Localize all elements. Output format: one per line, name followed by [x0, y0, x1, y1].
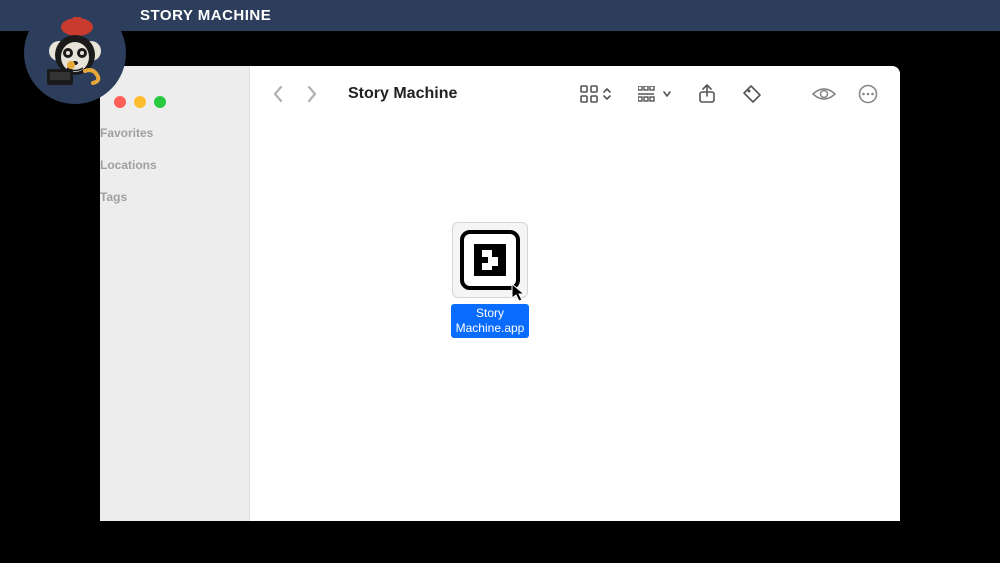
page-title: STORY MACHINE: [140, 7, 271, 24]
page-header: STORY MACHINE: [0, 0, 1000, 31]
close-button[interactable]: [114, 96, 126, 108]
finder-content[interactable]: Story Machine.app: [250, 122, 900, 521]
finder-main: Story Machine: [250, 66, 900, 521]
finder-toolbar: Story Machine: [250, 66, 900, 122]
finder-window: Favorites Locations Tags Story Mach: [100, 66, 900, 521]
toolbar-icons: [580, 84, 762, 104]
preview-button[interactable]: [812, 86, 836, 102]
minimize-button[interactable]: [134, 96, 146, 108]
nav-arrows: [272, 85, 318, 103]
sidebar-section-tags[interactable]: Tags: [100, 190, 249, 222]
file-label: Story Machine.app: [451, 304, 530, 338]
share-button[interactable]: [698, 84, 716, 104]
finder-sidebar: Favorites Locations Tags: [100, 66, 250, 521]
tag-button[interactable]: [742, 84, 762, 104]
sidebar-section-favorites[interactable]: Favorites: [100, 126, 249, 158]
window-controls: [100, 82, 249, 126]
back-button[interactable]: [272, 85, 284, 103]
sidebar-section-locations[interactable]: Locations: [100, 158, 249, 190]
view-mode-button[interactable]: [580, 85, 612, 103]
story-machine-icon: [460, 230, 520, 290]
sidebar-label: Locations: [100, 158, 249, 172]
app-icon: [452, 222, 528, 298]
maximize-button[interactable]: [154, 96, 166, 108]
file-item-story-machine[interactable]: Story Machine.app: [450, 222, 530, 338]
chevron-updown-icon: [602, 86, 612, 102]
logo-badge: [24, 2, 126, 104]
sidebar-label: Favorites: [100, 126, 249, 140]
monkey-logo-icon: [35, 13, 115, 93]
group-icon: [638, 86, 658, 102]
grid-icon: [580, 85, 598, 103]
group-by-button[interactable]: [638, 86, 672, 102]
chevron-down-icon: [662, 89, 672, 99]
forward-button[interactable]: [306, 85, 318, 103]
more-button[interactable]: [858, 84, 878, 104]
sidebar-label: Tags: [100, 190, 249, 204]
finder-body: Favorites Locations Tags Story Mach: [100, 66, 900, 521]
folder-title: Story Machine: [348, 85, 457, 103]
